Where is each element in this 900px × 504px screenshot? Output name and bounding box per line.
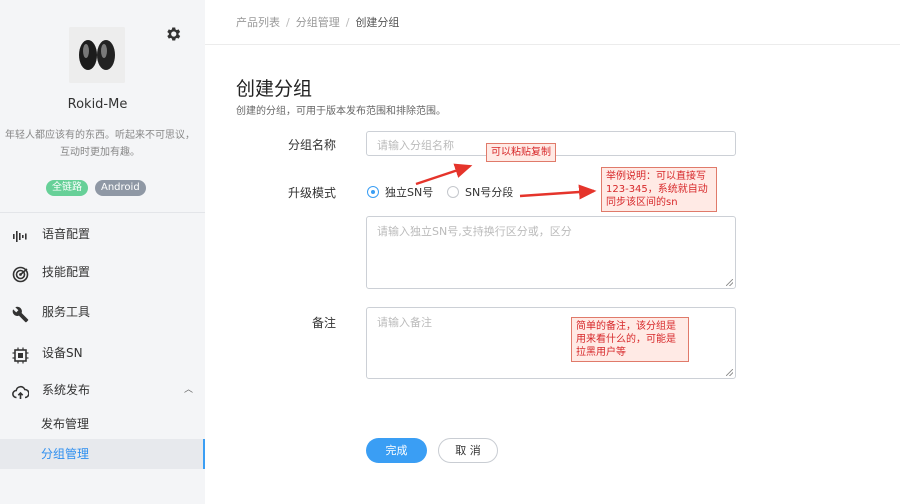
annotation-arrow-paste [415, 163, 473, 186]
annotation-remark-note: 简单的备注，该分组是用来看什么的，可能是拉黑用户等 [571, 317, 689, 362]
annotation-arrows [415, 163, 597, 200]
submit-button[interactable]: 完成 [366, 438, 427, 463]
annotation-paste-note: 可以粘贴复制 [486, 143, 556, 162]
cancel-button[interactable]: 取 消 [438, 438, 498, 463]
annotation-example-note: 举例说明：可以直接写123-345，系统就自动同步该区间的sn [601, 167, 717, 212]
annotation-arrow-example [519, 184, 597, 200]
